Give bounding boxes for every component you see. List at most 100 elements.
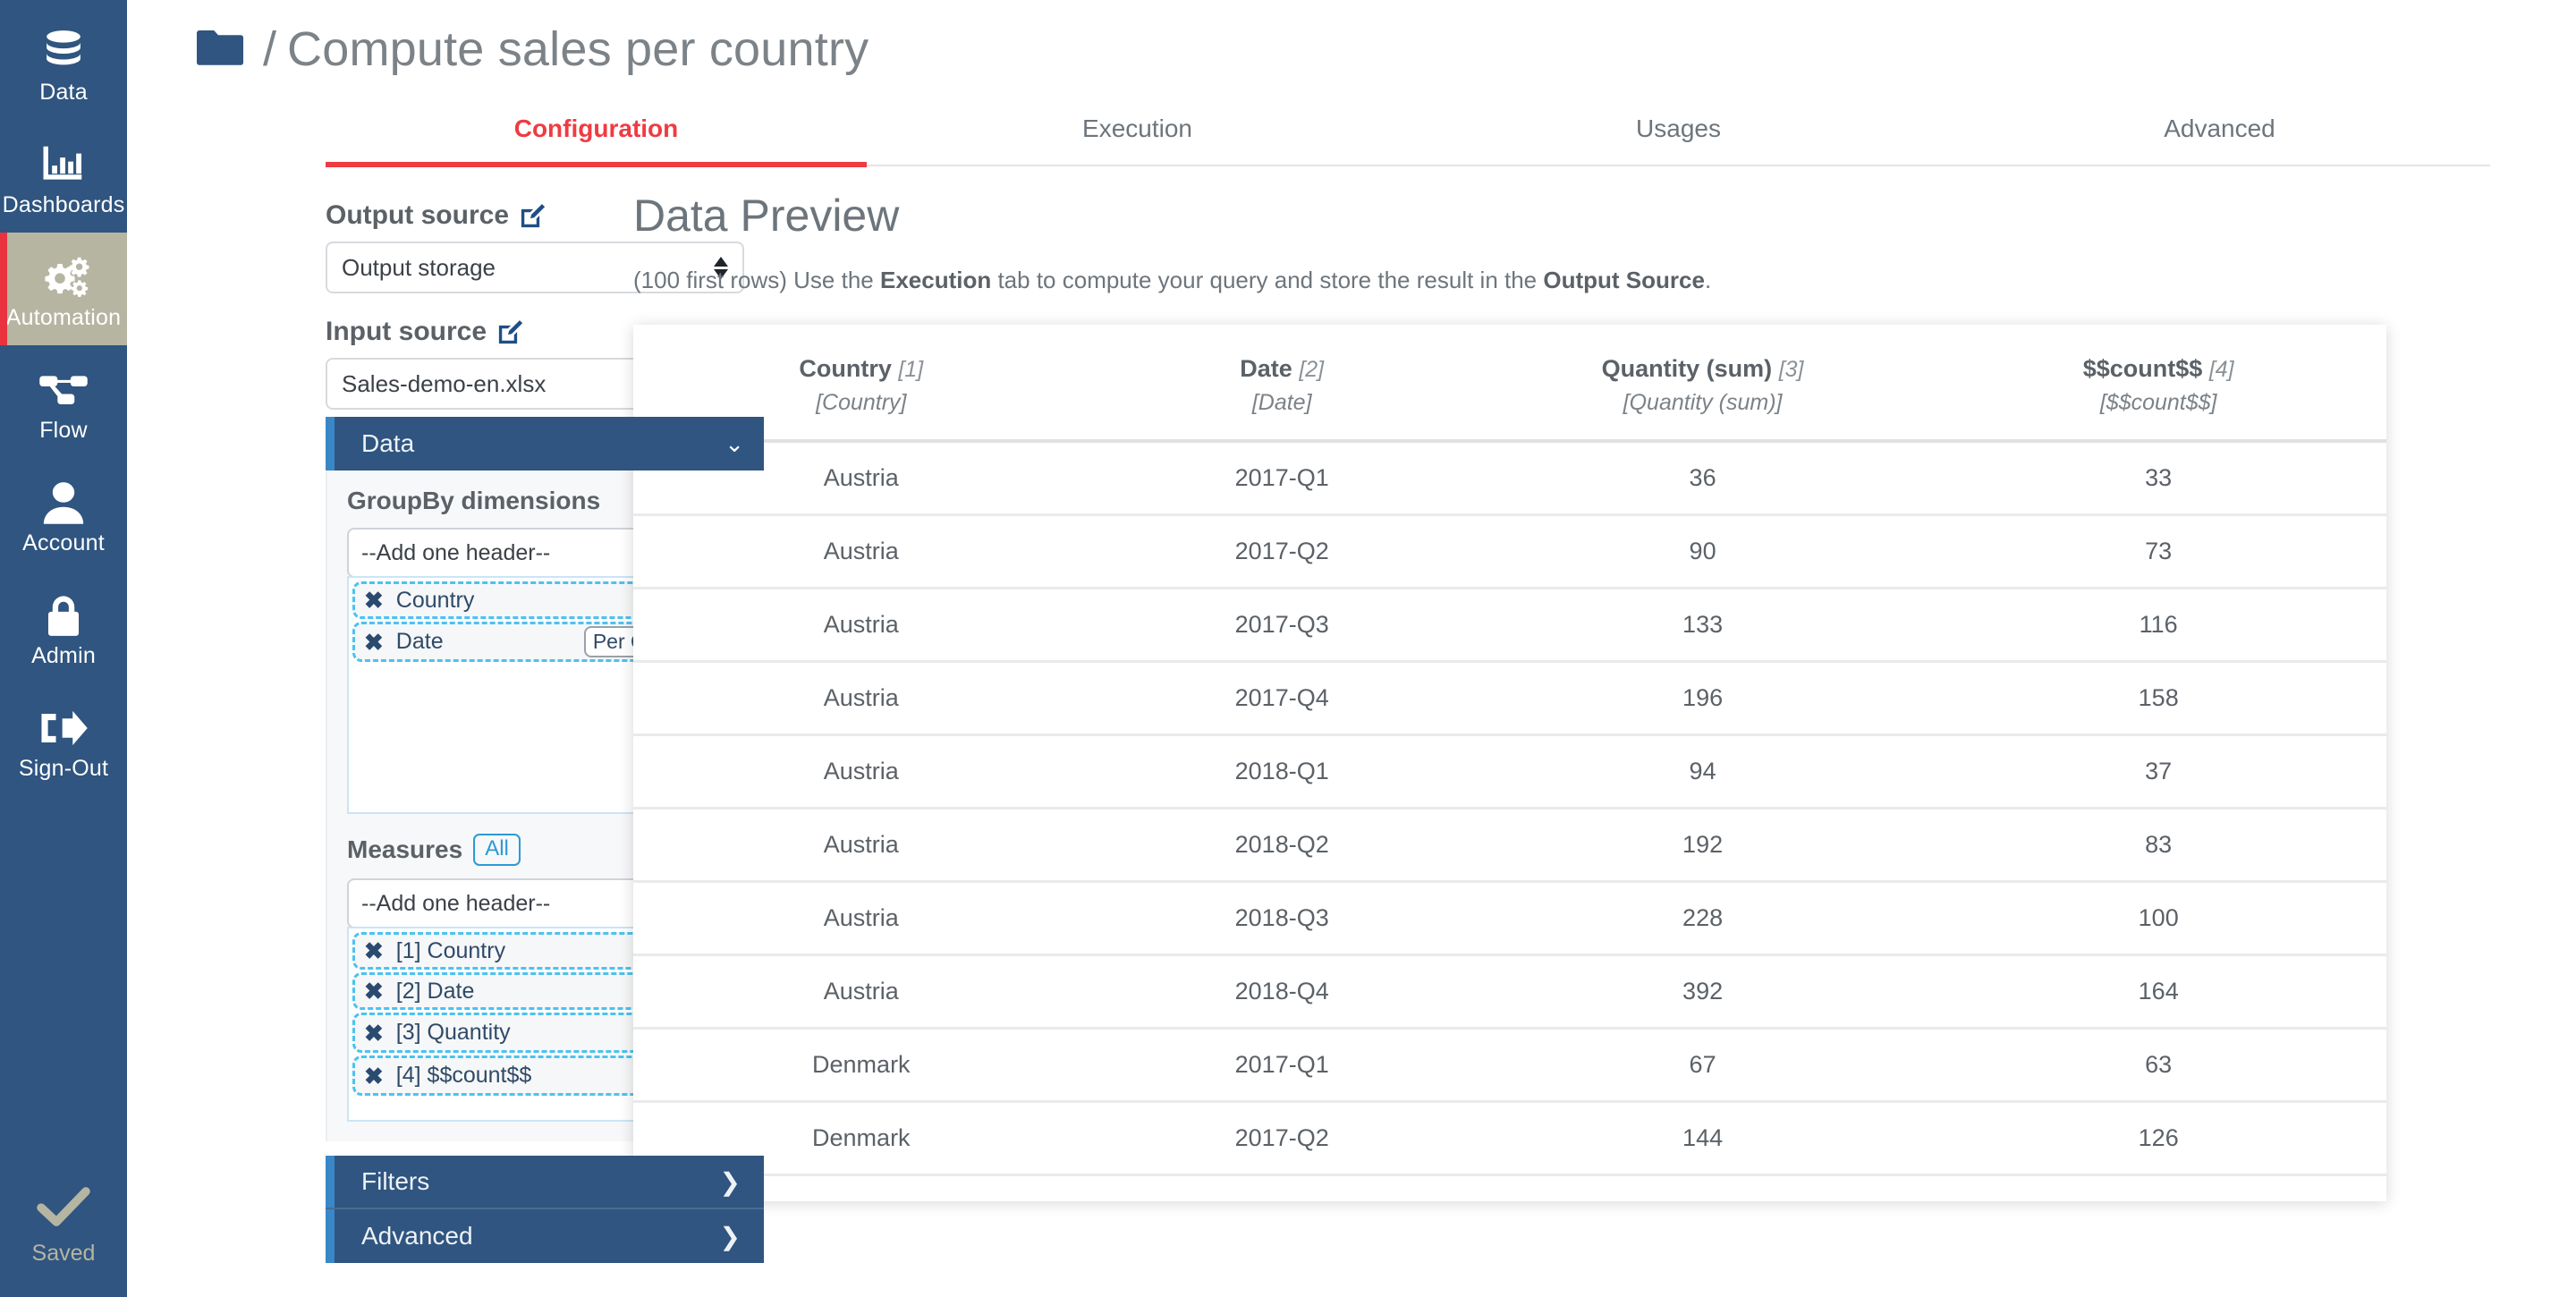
- table-cell-quantity: 67: [1474, 1028, 1931, 1103]
- column-header-quantity-sum[interactable]: Quantity (sum) [3] [Quantity (sum)]: [1475, 325, 1931, 441]
- column-index: [1]: [898, 357, 924, 382]
- preview-table-body: Austria 2017-Q1 36 33 Austria 2017-Q2 90 73 Aust…: [633, 441, 2386, 1201]
- table-cell-date: 2017-Q2: [1089, 514, 1475, 589]
- tab-advanced[interactable]: Advanced: [1949, 107, 2490, 165]
- table-cell-quantity: 90: [1474, 514, 1931, 589]
- preview-table: Country [1] [Country] Date [2] [Date] Qu…: [633, 325, 2386, 1201]
- sidebar-item-label: Sign-Out: [18, 755, 109, 781]
- column-subtitle: [Country]: [816, 390, 907, 415]
- sidebar-item-dashboards[interactable]: Dashboards: [0, 120, 127, 233]
- table-cell-count: 63: [1930, 1028, 2386, 1103]
- table-row: Austria 2018-Q1 94 37: [633, 734, 2386, 810]
- flow-nodes-icon: [38, 366, 89, 414]
- sidebar-item-sign-out[interactable]: Sign-Out: [0, 683, 127, 796]
- table-cell-quantity: 94: [1474, 734, 1931, 810]
- table-cell-count: 73: [1930, 514, 2386, 589]
- filters-section-header[interactable]: Filters ❯: [326, 1156, 764, 1209]
- measure-chip-label: [4] $$count$$: [395, 1063, 532, 1088]
- groupby-chip-label: Country: [395, 587, 475, 613]
- groupby-chip-label: Date: [395, 629, 444, 654]
- table-cell-country: Austria: [633, 734, 1089, 810]
- edit-icon[interactable]: [520, 202, 547, 229]
- table-cell-country: Austria: [633, 954, 1089, 1030]
- measure-chip-label: [2] Date: [395, 978, 475, 1004]
- tab-configuration[interactable]: Configuration: [326, 107, 867, 167]
- table-cell-count: 164: [1930, 954, 2386, 1030]
- column-name: Country: [799, 355, 892, 382]
- table-row: Austria 2017-Q3 133 116: [633, 588, 2386, 663]
- folder-icon[interactable]: [195, 29, 245, 71]
- main-content: / Compute sales per country Configuratio…: [127, 0, 2576, 1297]
- table-cell-date: 2017-Q3: [1089, 1174, 1475, 1201]
- table-cell-date: 2017-Q1: [1089, 441, 1475, 516]
- sidebar-item-flow[interactable]: Flow: [0, 345, 127, 458]
- sidebar-item-label: Admin: [31, 642, 96, 668]
- table-cell-date: 2018-Q3: [1089, 881, 1475, 956]
- close-icon[interactable]: ✖: [364, 631, 384, 654]
- table-cell-country: Austria: [633, 588, 1089, 663]
- note-prefix: (100 first rows) Use the: [633, 267, 880, 293]
- table-cell-date: 2017-Q4: [1089, 661, 1475, 736]
- close-icon[interactable]: ✖: [364, 1064, 384, 1088]
- sidebar-item-label: Flow: [39, 417, 88, 443]
- data-section-header[interactable]: Data ⌄: [326, 417, 764, 470]
- close-icon[interactable]: ✖: [364, 939, 384, 962]
- chevron-right-icon: ❯: [719, 1167, 741, 1196]
- table-cell-date: 2018-Q2: [1089, 808, 1475, 883]
- input-source-label-text: Input source: [326, 317, 487, 346]
- sidebar-item-label: Data: [39, 79, 88, 105]
- close-icon[interactable]: ✖: [364, 979, 384, 1003]
- groupby-title-text: GroupBy dimensions: [347, 487, 601, 514]
- breadcrumb-separator: /: [263, 22, 277, 76]
- output-source-value: Output storage: [342, 253, 496, 281]
- measure-chip-label: [1] Country: [395, 937, 506, 963]
- measure-chip-label: [3] Quantity: [395, 1020, 511, 1045]
- groupby-add-header-placeholder: --Add one header--: [361, 539, 551, 565]
- note-execution: Execution: [879, 267, 992, 293]
- data-section-title: Data: [361, 429, 415, 457]
- bar-chart-icon: [39, 140, 88, 189]
- column-header-date[interactable]: Date [2] [Date]: [1089, 325, 1475, 441]
- tab-execution[interactable]: Execution: [867, 107, 1408, 165]
- table-cell-country: Denmark: [633, 1028, 1089, 1103]
- table-row: Denmark 2017-Q2 144 126: [633, 1101, 2386, 1176]
- check-icon: [35, 1184, 92, 1233]
- chevron-down-icon: ⌄: [724, 429, 744, 457]
- breadcrumb: / Compute sales per country: [127, 0, 2576, 77]
- application-root: Data Dashboards Automation Flow Account …: [0, 0, 2576, 1297]
- table-cell-quantity: 36: [1474, 441, 1931, 516]
- column-name: Quantity (sum): [1601, 355, 1773, 382]
- save-status-label: Saved: [31, 1241, 96, 1266]
- measures-add-header-placeholder: --Add one header--: [361, 890, 551, 916]
- measures-all-button[interactable]: All: [473, 834, 521, 866]
- table-row: Austria 2018-Q4 392 164: [633, 954, 2386, 1030]
- preview-table-card: Country [1] [Country] Date [2] [Date] Qu…: [633, 325, 2386, 1201]
- edit-icon[interactable]: [497, 318, 524, 345]
- filters-section-title: Filters: [361, 1167, 430, 1195]
- sidebar-item-account[interactable]: Account: [0, 458, 127, 571]
- data-preview-note: (100 first rows) Use the Execution tab t…: [633, 267, 2576, 294]
- table-row: Austria 2018-Q3 228 100: [633, 881, 2386, 956]
- table-cell-quantity: 192: [1474, 808, 1931, 883]
- close-icon[interactable]: ✖: [364, 589, 384, 612]
- tab-usages[interactable]: Usages: [1408, 107, 1949, 165]
- sidebar-item-automation[interactable]: Automation: [0, 233, 127, 345]
- advanced-section-header[interactable]: Advanced ❯: [326, 1209, 764, 1263]
- note-middle: tab to compute your query and store the …: [991, 267, 1544, 293]
- configuration-body: Output source Output storage Input sourc…: [127, 166, 2576, 1263]
- save-status: Saved: [0, 1184, 127, 1297]
- sidebar-item-admin[interactable]: Admin: [0, 571, 127, 683]
- table-row: Austria 2017-Q4 196 158: [633, 661, 2386, 736]
- user-icon: [41, 479, 86, 527]
- output-source-label-text: Output source: [326, 200, 510, 230]
- column-header-count[interactable]: $$count$$ [4] [$$count$$]: [1930, 325, 2386, 441]
- close-icon[interactable]: ✖: [364, 1021, 384, 1045]
- config-panel: Output source Output storage Input sourc…: [127, 166, 764, 1263]
- sidebar-item-label: Account: [22, 530, 105, 555]
- table-cell-count: 100: [1930, 881, 2386, 956]
- sign-out-icon: [38, 704, 89, 752]
- table-cell-quantity: 392: [1474, 954, 1931, 1030]
- table-cell-country: Austria: [633, 881, 1089, 956]
- table-cell-count: 158: [1930, 661, 2386, 736]
- sidebar-item-data[interactable]: Data: [0, 7, 127, 120]
